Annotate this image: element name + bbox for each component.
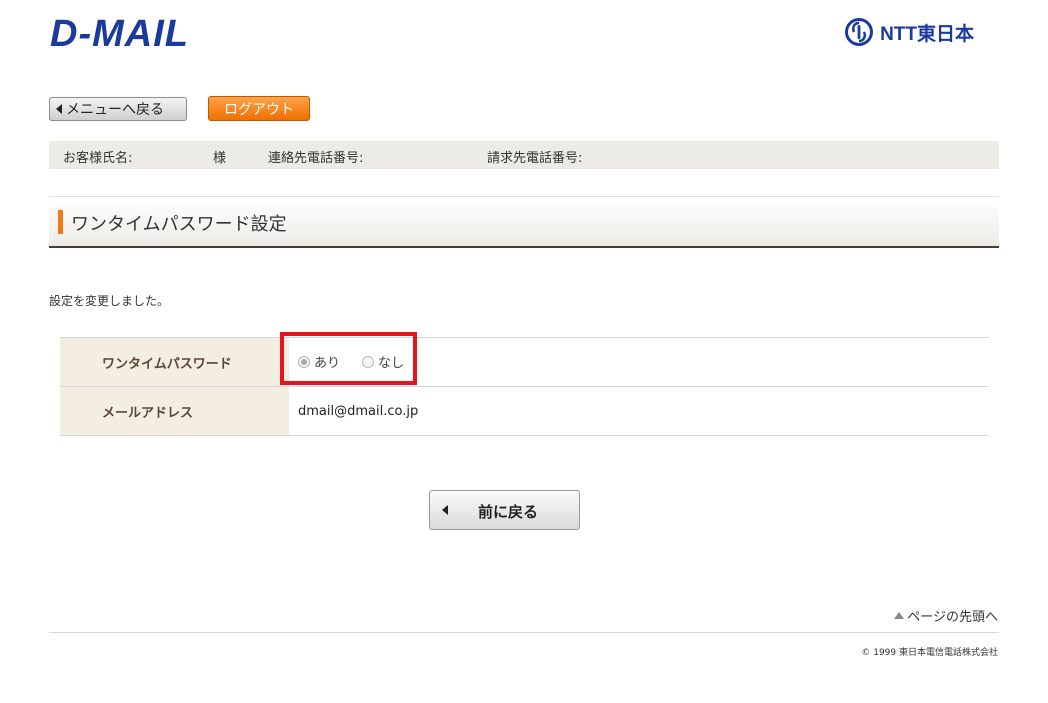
logout-button[interactable]: ログアウト	[208, 96, 310, 121]
email-value: dmail@dmail.co.jp	[289, 386, 989, 436]
back-button-label: 前に戻る	[478, 503, 539, 521]
triangle-left-icon	[56, 104, 62, 114]
section-header: ワンタイムパスワード設定	[49, 196, 999, 248]
settings-table: ワンタイムパスワード あり なし メールアドレス dmail@dmail.co.…	[60, 337, 989, 436]
company-name: NTT東日本	[880, 23, 974, 45]
customer-name-label: お客様氏名:	[63, 151, 133, 166]
highlight-box	[280, 332, 417, 385]
triangle-left-icon	[442, 505, 448, 515]
section-accent-bar	[58, 210, 63, 234]
copyright: © 1999 東日本電信電話株式会社	[861, 648, 998, 658]
logout-label: ログアウト	[224, 101, 294, 118]
otp-label: ワンタイムパスワード	[60, 337, 289, 387]
logo-text: D-MAIL	[50, 13, 189, 55]
contact-phone-label: 連絡先電話番号:	[268, 151, 364, 166]
triangle-up-icon	[894, 612, 905, 619]
ntt-logo-icon	[845, 18, 874, 46]
page-top-label: ページの先頭へ	[907, 610, 998, 625]
section-title: ワンタイムパスワード設定	[71, 214, 287, 235]
menu-back-button[interactable]: メニューへ戻る	[49, 97, 187, 121]
ntt-logo: NTT東日本	[844, 16, 974, 48]
footer-divider	[49, 632, 999, 633]
dmail-logo: D-MAIL	[50, 12, 189, 56]
customer-info-bar: お客様氏名: 様 連絡先電話番号: 請求先電話番号:	[49, 141, 999, 169]
customer-name-suffix: 様	[213, 151, 227, 166]
email-label: メールアドレス	[60, 386, 289, 436]
menu-back-label: メニューへ戻る	[66, 102, 164, 118]
page-top-link[interactable]: ページの先頭へ	[894, 606, 998, 625]
table-row-email: メールアドレス dmail@dmail.co.jp	[60, 386, 989, 436]
status-message: 設定を変更しました。	[49, 294, 170, 308]
billing-phone-label: 請求先電話番号:	[487, 151, 583, 166]
back-button[interactable]: 前に戻る	[429, 490, 580, 530]
table-row-otp: ワンタイムパスワード あり なし	[60, 337, 989, 387]
